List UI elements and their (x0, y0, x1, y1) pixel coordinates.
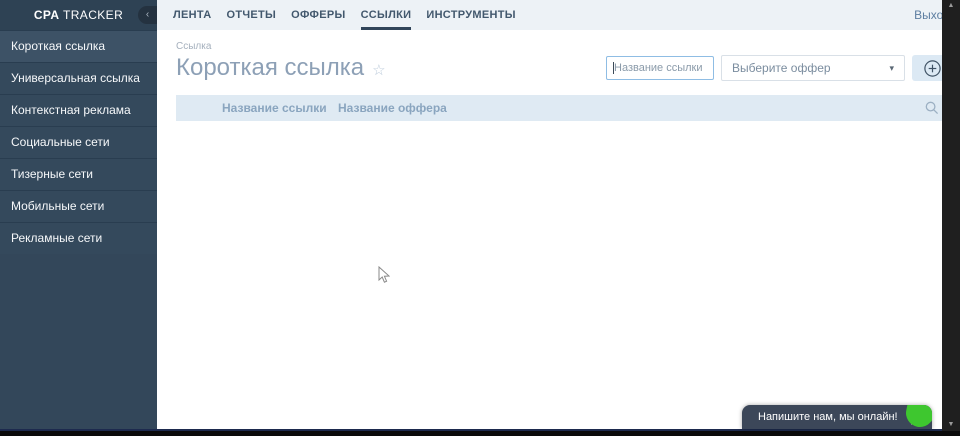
page-content: Ссылка Короткая ссылка ☆ Выберите оффер … (157, 30, 960, 429)
sidebar-item-contextual-ads[interactable]: Контекстная реклама (0, 94, 157, 126)
sidebar-collapse-button[interactable]: ‹ (138, 6, 157, 24)
sidebar-header: CPA TRACKER ‹ (0, 0, 157, 30)
chevron-down-icon: ▾ (889, 62, 894, 73)
sidebar-item-label: Короткая ссылка (11, 39, 106, 53)
link-name-input-wrap (606, 56, 714, 80)
scroll-up-arrow-icon[interactable]: ▲ (948, 0, 955, 10)
tab-label: ИНСТРУМЕНТЫ (426, 9, 516, 21)
toolbar-controls: Выберите оффер ▾ (606, 55, 952, 81)
tab-lenta[interactable]: ЛЕНТА (173, 0, 211, 30)
sidebar-item-label: Рекламные сети (11, 231, 103, 245)
main-area: ЛЕНТА ОТЧЕТЫ ОФФЕРЫ ССЫЛКИ ИНСТРУМЕНТЫ В… (157, 0, 960, 429)
top-navigation: ЛЕНТА ОТЧЕТЫ ОФФЕРЫ ССЫЛКИ ИНСТРУМЕНТЫ В… (157, 0, 960, 30)
scroll-down-arrow-icon[interactable]: ▼ (948, 419, 955, 431)
tab-offery[interactable]: ОФФЕРЫ (291, 0, 345, 30)
tab-label: ОФФЕРЫ (291, 9, 346, 21)
page-title: Короткая ссылка (176, 54, 365, 81)
sidebar-item-label: Универсальная ссылка (11, 71, 140, 85)
sidebar-item-label: Контекстная реклама (11, 103, 131, 117)
breadcrumb: Ссылка (176, 41, 212, 52)
sidebar-item-social-networks[interactable]: Социальные сети (0, 126, 157, 158)
favorite-star-icon[interactable]: ☆ (372, 61, 385, 79)
logo-rest: TRACKER (59, 8, 124, 22)
column-header-link-name[interactable]: Название ссылки (222, 101, 338, 115)
offer-select[interactable]: Выберите оффер ▾ (721, 55, 905, 81)
tab-instrumenty[interactable]: ИНСТРУМЕНТЫ (426, 0, 516, 30)
text-caret (613, 62, 614, 74)
sidebar-item-universal-link[interactable]: Универсальная ссылка (0, 62, 157, 94)
sidebar: CPA TRACKER ‹ Короткая ссылка Универсаль… (0, 0, 157, 429)
tab-ssylki[interactable]: ССЫЛКИ (360, 0, 412, 30)
vertical-scrollbar[interactable]: ▲ ▼ (942, 0, 960, 431)
bottom-border (0, 429, 960, 431)
title-row: Короткая ссылка ☆ Выберите оффер ▾ (176, 53, 952, 83)
chevron-left-icon: ‹ (145, 9, 150, 20)
app-logo: CPA TRACKER (34, 8, 123, 22)
tab-label: ЛЕНТА (173, 9, 212, 21)
sidebar-item-teaser-networks[interactable]: Тизерные сети (0, 158, 157, 190)
tab-label: ОТЧЕТЫ (226, 9, 277, 21)
sidebar-item-label: Мобильные сети (11, 199, 105, 213)
column-header-offer-name[interactable]: Название оффера (338, 101, 447, 115)
online-indicator (903, 405, 932, 429)
plus-circle-icon (923, 59, 941, 77)
tab-otchety[interactable]: ОТЧЕТЫ (226, 0, 276, 30)
tab-label: ССЫЛКИ (360, 9, 412, 21)
sidebar-item-label: Социальные сети (11, 135, 110, 149)
screen: CPA TRACKER ‹ Короткая ссылка Универсаль… (0, 0, 960, 436)
sidebar-item-label: Тизерные сети (11, 167, 93, 181)
sidebar-item-mobile-networks[interactable]: Мобильные сети (0, 190, 157, 222)
sidebar-item-short-link[interactable]: Короткая ссылка (0, 30, 157, 62)
logo-bold: CPA (33, 8, 60, 22)
table-header: Название ссылки Название оффера (176, 95, 952, 121)
app-window: CPA TRACKER ‹ Короткая ссылка Универсаль… (0, 0, 960, 429)
offer-select-value: Выберите оффер (732, 61, 831, 75)
sidebar-item-ad-networks[interactable]: Рекламные сети (0, 222, 157, 254)
table-search-button[interactable] (925, 101, 939, 115)
search-icon (925, 101, 939, 115)
chat-widget[interactable]: Напишите нам, мы онлайн! jivo (742, 405, 932, 429)
chat-message: Напишите нам, мы онлайн! (758, 411, 898, 423)
link-name-input[interactable] (606, 56, 714, 80)
